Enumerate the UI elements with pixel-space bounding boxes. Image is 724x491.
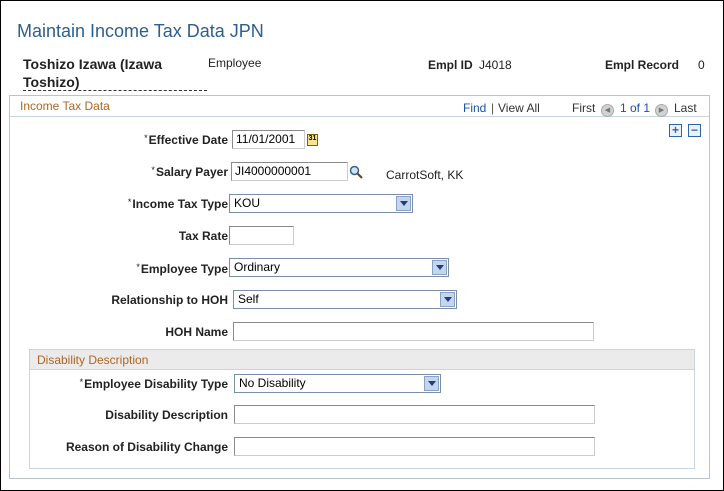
chevron-down-icon[interactable] [396, 196, 411, 211]
relationship-hoh-select[interactable]: Self [233, 290, 457, 309]
employee-type-select[interactable]: Ordinary [229, 258, 449, 277]
salary-payer-label: *Salary Payer [151, 165, 228, 179]
nav-separator: | [491, 101, 495, 115]
hoh-name-label: HOH Name [165, 325, 228, 339]
remove-row-button[interactable]: − [688, 124, 701, 137]
effective-date-input[interactable]: 11/01/2001 [232, 130, 305, 149]
last-link[interactable]: Last [674, 101, 697, 115]
empl-id-label: Empl ID [428, 58, 473, 72]
group-header: Income Tax Data Find | View All First ◀ … [10, 96, 709, 117]
employee-role: Employee [208, 56, 262, 70]
tax-rate-input[interactable] [229, 226, 294, 245]
empl-id-value: J4018 [479, 58, 512, 72]
header-divider [23, 90, 207, 91]
row-count: 1 of 1 [620, 101, 651, 115]
disability-type-label: *Employee Disability Type [79, 377, 228, 391]
lookup-icon[interactable] [349, 165, 363, 179]
disability-section-header: Disability Description [30, 350, 694, 370]
page-frame: Maintain Income Tax Data JPN Toshizo Iza… [0, 0, 724, 491]
disability-section-title: Disability Description [37, 353, 149, 367]
calendar-icon[interactable]: 31 [307, 134, 318, 146]
relationship-hoh-label: Relationship to HOH [111, 293, 228, 307]
income-tax-type-label: *Income Tax Type [127, 197, 228, 211]
find-link[interactable]: Find [463, 101, 486, 115]
hoh-name-input[interactable] [233, 322, 594, 341]
chevron-down-icon[interactable] [432, 260, 447, 275]
disability-type-select[interactable]: No Disability [234, 374, 441, 393]
empl-record-value: 0 [698, 58, 705, 72]
employee-name-line1: Toshizo Izawa (Izawa [23, 56, 162, 72]
salary-payer-description: CarrotSoft, KK [386, 168, 464, 182]
first-link[interactable]: First [572, 101, 595, 115]
effective-date-label: *Effective Date [144, 133, 228, 147]
income-tax-type-select[interactable]: KOU [229, 194, 413, 213]
group-title: Income Tax Data [20, 99, 110, 113]
empl-record-label: Empl Record [605, 58, 680, 72]
add-row-button[interactable]: + [669, 124, 682, 137]
page-title: Maintain Income Tax Data JPN [17, 21, 264, 41]
tax-rate-label: Tax Rate [178, 229, 228, 243]
employee-name-line2: Toshizo) [23, 74, 80, 90]
employee-name: Toshizo Izawa (Izawa Toshizo) [23, 55, 193, 91]
employee-type-label: *Employee Type [136, 262, 228, 276]
disability-description-label: Disability Description [105, 408, 228, 422]
view-all-link[interactable]: View All [498, 101, 540, 115]
previous-arrow-icon[interactable]: ◀ [601, 99, 614, 117]
chevron-down-icon[interactable] [424, 376, 439, 391]
salary-payer-input[interactable]: JI4000000001 [231, 162, 348, 181]
next-arrow-icon[interactable]: ▶ [655, 99, 668, 117]
disability-reason-label: Reason of Disability Change [65, 440, 228, 454]
disability-description-input[interactable] [234, 405, 595, 424]
disability-reason-input[interactable] [234, 437, 595, 456]
chevron-down-icon[interactable] [440, 292, 455, 307]
